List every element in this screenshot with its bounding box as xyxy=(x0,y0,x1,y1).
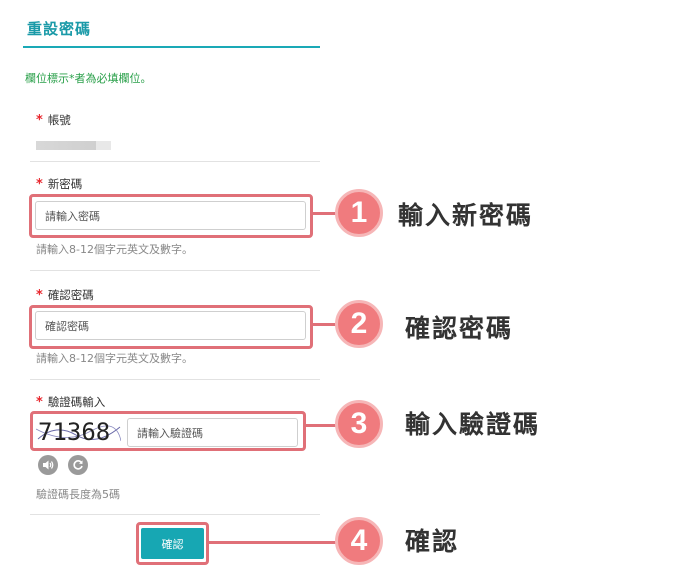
new-password-input[interactable]: 請輸入密碼 xyxy=(35,201,306,230)
step-badge-3: 3 xyxy=(335,400,383,448)
confirm-password-hint: 請輸入8-12個字元英文及數字。 xyxy=(36,352,193,365)
account-label-text: 帳號 xyxy=(47,113,71,127)
divider xyxy=(30,161,320,162)
divider xyxy=(30,270,320,271)
step-badge-1: 1 xyxy=(335,189,383,237)
required-note: 欄位標示*者為必填欄位。 xyxy=(25,72,152,85)
step-label-3: 輸入驗證碼 xyxy=(405,410,541,439)
submit-button[interactable]: 確認 xyxy=(141,528,204,559)
step-badge-2: 2 xyxy=(335,300,383,348)
required-mark: * xyxy=(36,177,43,192)
confirm-password-input[interactable]: 確認密碼 xyxy=(35,311,306,340)
new-password-label-text: 新密碼 xyxy=(47,177,83,191)
captcha-label: * 驗證碼輸入 xyxy=(36,394,105,410)
step-badge-4: 4 xyxy=(335,517,383,565)
required-mark: * xyxy=(36,395,43,410)
account-label: * 帳號 xyxy=(36,112,71,128)
divider xyxy=(30,514,320,515)
refresh-icon xyxy=(73,460,83,470)
speaker-icon xyxy=(43,460,54,470)
step-connector xyxy=(207,541,341,544)
divider xyxy=(30,379,320,380)
captcha-text: 71368 xyxy=(38,418,111,446)
captcha-hint: 驗證碼長度為5碼 xyxy=(36,488,120,501)
audio-captcha-button[interactable] xyxy=(38,455,58,475)
step-label-2: 確認密碼 xyxy=(405,314,514,343)
confirm-password-label: * 確認密碼 xyxy=(36,287,94,303)
title-underline xyxy=(23,46,320,48)
account-value-masked xyxy=(36,141,111,150)
required-mark: * xyxy=(36,288,43,303)
captcha-label-text: 驗證碼輸入 xyxy=(47,395,106,409)
new-password-hint: 請輸入8-12個字元英文及數字。 xyxy=(36,243,193,256)
step-label-1: 輸入新密碼 xyxy=(398,201,534,230)
required-mark: * xyxy=(36,113,43,128)
new-password-label: * 新密碼 xyxy=(36,176,82,192)
refresh-captcha-button[interactable] xyxy=(68,455,88,475)
captcha-image: 71368 xyxy=(36,417,121,447)
step-label-4: 確認 xyxy=(405,527,460,556)
page-title: 重設密碼 xyxy=(27,20,92,38)
confirm-password-label-text: 確認密碼 xyxy=(47,288,94,302)
captcha-input[interactable]: 請輸入驗證碼 xyxy=(127,418,298,447)
